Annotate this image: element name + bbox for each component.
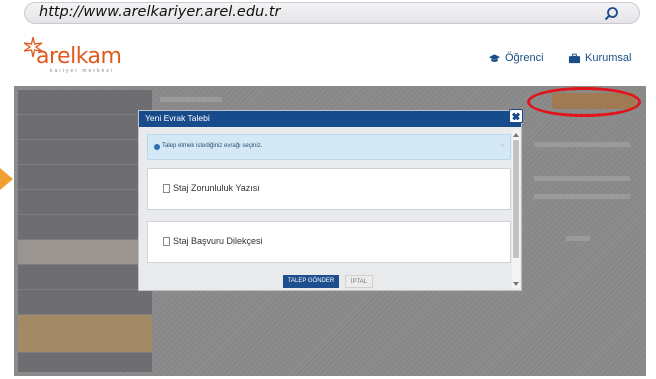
scroll-up-icon[interactable] bbox=[513, 133, 519, 137]
sidebar-item bbox=[18, 140, 152, 165]
nav-corporate-link[interactable]: Kurumsal bbox=[568, 52, 631, 64]
annotation-arrow-icon bbox=[0, 168, 13, 190]
document-icon bbox=[163, 237, 170, 246]
sidebar-item bbox=[18, 165, 152, 190]
sidebar-item-active bbox=[18, 240, 152, 265]
sidebar-item bbox=[18, 215, 152, 240]
document-option-internship-obligation[interactable]: Staj Zorunluluk Yazısı bbox=[147, 168, 511, 210]
document-icon bbox=[163, 184, 170, 193]
background-placeholder bbox=[160, 97, 222, 102]
sidebar-item bbox=[18, 90, 152, 115]
document-option-internship-application[interactable]: Staj Başvuru Dilekçesi bbox=[147, 221, 511, 263]
modal-header: Yeni Evrak Talebi bbox=[139, 111, 521, 127]
close-icon[interactable] bbox=[509, 109, 523, 123]
logo[interactable]: arelkam kariyer merkezi bbox=[22, 36, 142, 74]
background-placeholder bbox=[566, 236, 590, 241]
logo-subtext: kariyer merkezi bbox=[50, 68, 114, 74]
logo-text: arelkam bbox=[36, 44, 122, 69]
sidebar-item bbox=[18, 115, 152, 140]
info-text: Talep etmek istediğiniz evrağı seçiniz. bbox=[162, 143, 263, 149]
url-text: http://www.arelkariyer.arel.edu.tr bbox=[39, 4, 281, 20]
info-alert: Talep etmek istediğiniz evrağı seçiniz. … bbox=[147, 134, 511, 160]
modal-body: Talep etmek istediğiniz evrağı seçiniz. … bbox=[145, 130, 511, 288]
graduation-cap-icon bbox=[488, 53, 501, 62]
address-bar[interactable]: http://www.arelkariyer.arel.edu.tr bbox=[24, 2, 640, 24]
modal-scrollbar[interactable] bbox=[512, 130, 520, 288]
nav-student-label: Öğrenci bbox=[505, 52, 544, 64]
scroll-thumb[interactable] bbox=[513, 140, 519, 258]
briefcase-icon bbox=[568, 53, 581, 63]
modal-footer: TALEP GÖNDER İPTAL bbox=[139, 275, 511, 289]
info-icon bbox=[154, 144, 160, 150]
cancel-button[interactable]: İPTAL bbox=[345, 275, 373, 288]
submit-request-button[interactable]: TALEP GÖNDER bbox=[283, 275, 339, 288]
search-icon[interactable] bbox=[603, 6, 619, 22]
sidebar-item bbox=[18, 290, 152, 315]
document-option-label: Staj Başvuru Dilekçesi bbox=[173, 236, 263, 246]
background-placeholder bbox=[534, 194, 630, 199]
background-placeholder bbox=[534, 142, 630, 147]
sidebar bbox=[18, 90, 152, 372]
page: http://www.arelkariyer.arel.edu.tr arelk… bbox=[0, 0, 656, 379]
sidebar-item bbox=[18, 190, 152, 215]
document-option-label: Staj Zorunluluk Yazısı bbox=[173, 183, 260, 193]
sidebar-item-highlight bbox=[18, 315, 152, 353]
annotation-ellipse bbox=[527, 87, 641, 117]
new-document-request-modal: Yeni Evrak Talebi Talep etmek istediğini… bbox=[138, 109, 523, 291]
nav-student-link[interactable]: Öğrenci bbox=[488, 52, 544, 64]
nav-corporate-label: Kurumsal bbox=[585, 52, 632, 64]
modal-title: Yeni Evrak Talebi bbox=[145, 113, 210, 123]
scroll-down-icon[interactable] bbox=[513, 282, 519, 286]
sidebar-item bbox=[18, 265, 152, 290]
background-placeholder bbox=[534, 176, 630, 181]
dismiss-icon[interactable]: × bbox=[500, 141, 505, 150]
